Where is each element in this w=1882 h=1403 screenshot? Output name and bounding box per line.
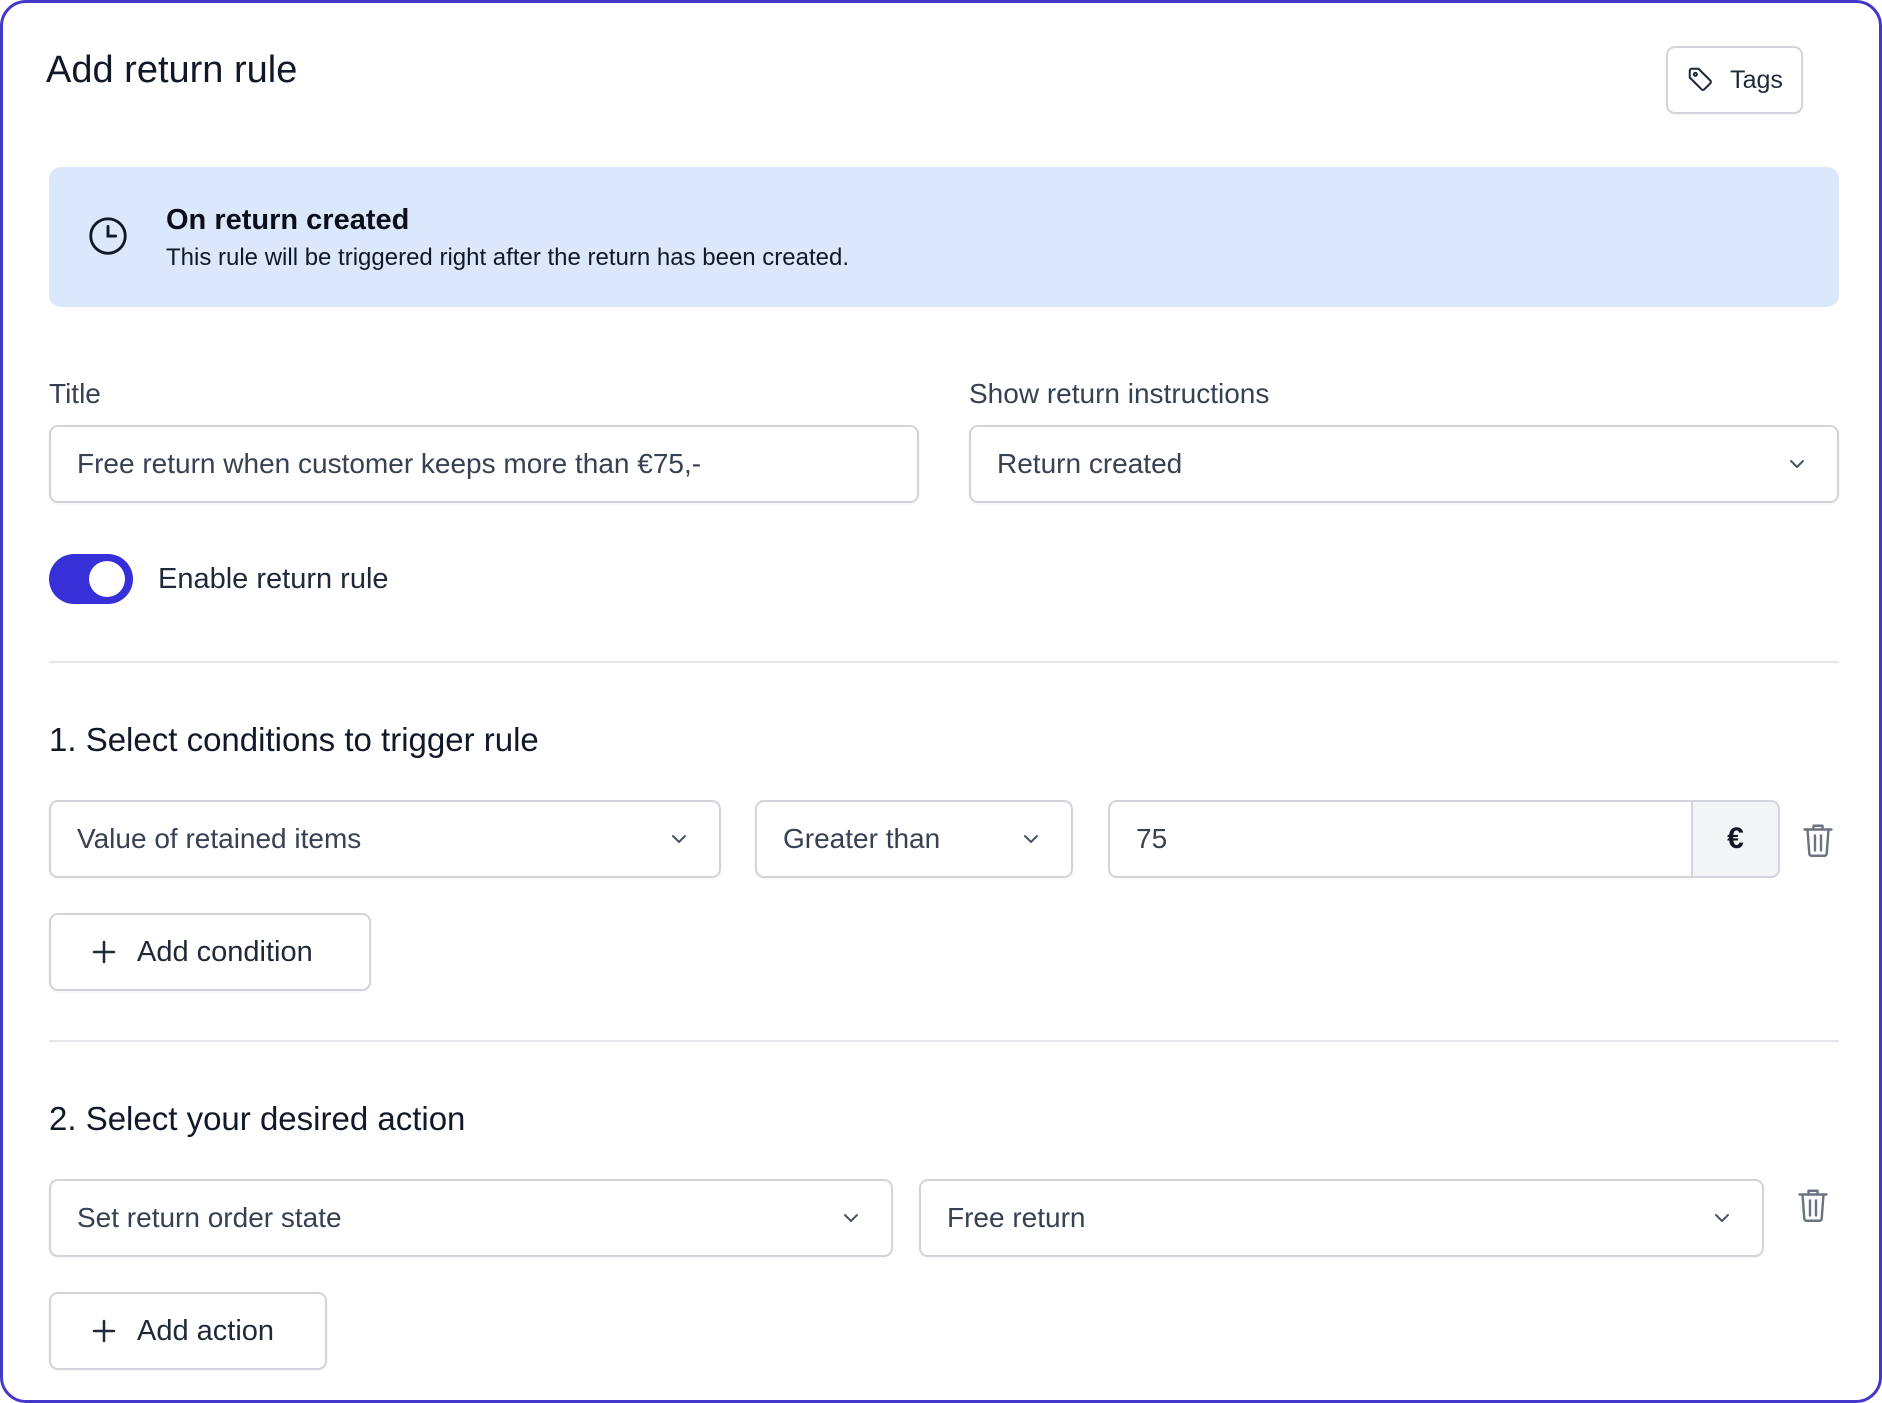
tag-icon — [1686, 65, 1716, 95]
chevron-down-icon — [667, 827, 691, 851]
plus-icon — [89, 1316, 119, 1346]
condition-value-input[interactable]: 75 — [1108, 800, 1693, 878]
tags-label: Tags — [1730, 65, 1783, 94]
enable-label: Enable return rule — [158, 563, 389, 595]
divider — [49, 1040, 1839, 1042]
plus-icon — [89, 937, 119, 967]
add-action-button[interactable]: Add action — [49, 1292, 327, 1370]
action-value: Free return — [947, 1202, 1086, 1233]
instructions-select[interactable]: Return created — [969, 425, 1839, 503]
delete-action-button[interactable] — [1791, 1183, 1835, 1227]
chevron-down-icon — [1710, 1206, 1734, 1230]
action-type-value: Set return order state — [77, 1202, 342, 1233]
add-condition-label: Add condition — [137, 935, 313, 968]
trash-icon — [1795, 1185, 1831, 1225]
enable-toggle[interactable] — [49, 554, 133, 604]
actions-heading: 2. Select your desired action — [49, 1100, 466, 1137]
action-type-select[interactable]: Set return order state — [49, 1179, 893, 1257]
divider — [49, 661, 1839, 663]
currency-addon: € — [1691, 800, 1780, 878]
title-input-value: Free return when customer keeps more tha… — [77, 448, 702, 479]
trash-icon — [1800, 820, 1836, 860]
action-value-select[interactable]: Free return — [919, 1179, 1764, 1257]
trigger-description: This rule will be triggered right after … — [166, 244, 850, 271]
add-condition-button[interactable]: Add condition — [49, 913, 371, 991]
chevron-down-icon — [1019, 827, 1043, 851]
delete-condition-button[interactable] — [1796, 818, 1840, 862]
title-input[interactable]: Free return when customer keeps more tha… — [49, 425, 919, 503]
return-rule-panel: Add return rule Tags On return created T… — [0, 0, 1882, 1403]
title-label: Title — [49, 378, 101, 409]
condition-field-value: Value of retained items — [77, 823, 362, 854]
clock-icon — [85, 213, 131, 264]
instructions-label: Show return instructions — [969, 378, 1270, 409]
chevron-down-icon — [1785, 452, 1809, 476]
instructions-select-value: Return created — [997, 448, 1183, 479]
toggle-knob — [89, 561, 125, 597]
conditions-heading: 1. Select conditions to trigger rule — [49, 721, 539, 758]
page-title: Add return rule — [46, 49, 298, 91]
add-action-label: Add action — [137, 1314, 275, 1347]
trigger-title: On return created — [166, 204, 410, 236]
tags-button[interactable]: Tags — [1666, 46, 1803, 114]
condition-value: 75 — [1136, 823, 1168, 854]
condition-operator-value: Greater than — [783, 823, 941, 854]
condition-field-select[interactable]: Value of retained items — [49, 800, 721, 878]
trigger-banner: On return created This rule will be trig… — [49, 167, 1839, 307]
chevron-down-icon — [839, 1206, 863, 1230]
condition-operator-select[interactable]: Greater than — [755, 800, 1073, 878]
